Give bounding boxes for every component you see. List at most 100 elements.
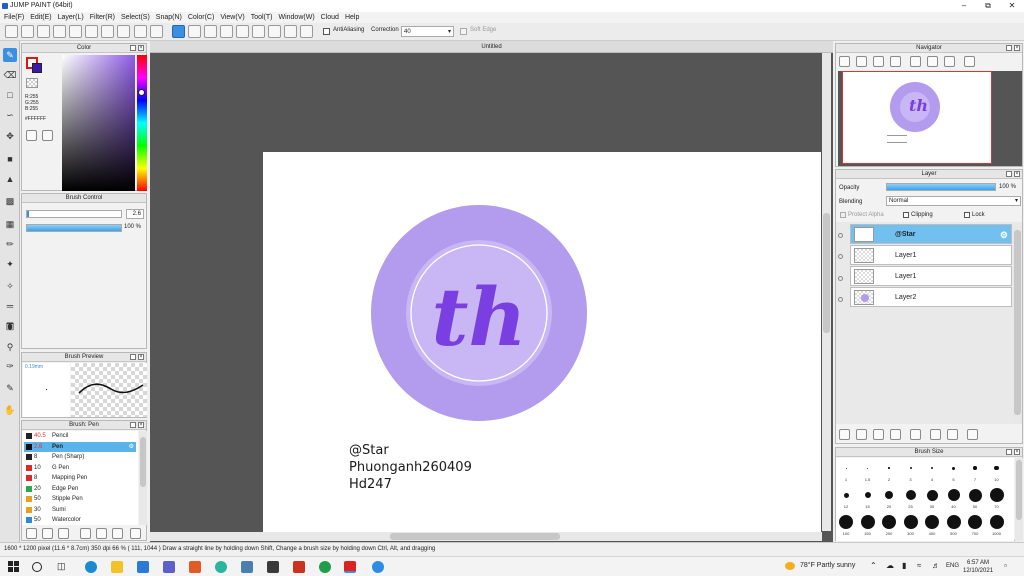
layer-row[interactable]: Layer1 — [850, 245, 1012, 265]
close-button[interactable]: ✕ — [1000, 0, 1024, 12]
brush-size-dot[interactable] — [867, 467, 868, 469]
panel-float-icon[interactable] — [1006, 449, 1012, 455]
magic-wand-tool-icon[interactable]: ✦ — [3, 257, 17, 271]
rect-select-tool-icon[interactable]: □ — [3, 88, 17, 102]
save-icon[interactable] — [53, 25, 66, 38]
layer-menu-icon[interactable] — [890, 429, 901, 440]
grid-icon[interactable] — [117, 25, 130, 38]
brush-size-dot[interactable] — [885, 491, 893, 499]
brush-dup-icon[interactable] — [112, 528, 123, 539]
brush-size-dot[interactable] — [864, 492, 871, 498]
eraser-tool-icon[interactable]: ⌫ — [3, 68, 17, 82]
panel-close-icon[interactable]: × — [138, 422, 144, 428]
edge-icon[interactable] — [85, 561, 97, 573]
panel-close-icon[interactable]: × — [1014, 449, 1020, 455]
brush-copy-icon[interactable] — [80, 528, 91, 539]
layer-scrollbar[interactable] — [1013, 226, 1022, 422]
snap-vanish-icon[interactable] — [220, 25, 233, 38]
language-indicator[interactable]: ENG — [946, 563, 959, 569]
camera-icon[interactable] — [267, 561, 279, 573]
eyedropper-tool-icon[interactable]: ✑ — [3, 359, 17, 373]
gear-icon[interactable]: ⚙ — [1000, 225, 1008, 245]
text-tool-icon-main[interactable]: T — [3, 320, 17, 334]
print-icon[interactable] — [69, 25, 82, 38]
store-icon[interactable] — [137, 561, 149, 573]
jump-paint-taskbar-icon[interactable] — [344, 561, 356, 573]
soft-edge-checkbox[interactable] — [460, 28, 467, 35]
layer-opacity-slider[interactable] — [886, 183, 996, 191]
snap-off-icon[interactable] — [172, 25, 185, 38]
fill-tool-icon[interactable]: ▲ — [3, 172, 17, 186]
actual-size-icon[interactable] — [890, 56, 901, 67]
app-icon-2[interactable] — [241, 561, 253, 573]
battery-icon[interactable]: ▮ — [902, 561, 906, 570]
brush-size-dot[interactable] — [925, 515, 939, 529]
brush-item[interactable]: 10 G Pen — [24, 462, 136, 473]
menu-window[interactable]: Window(W) — [278, 14, 314, 21]
layer-row[interactable]: Layer1 — [850, 266, 1012, 286]
secondary-color-swatch[interactable] — [32, 63, 42, 73]
search-icon[interactable] — [32, 562, 42, 572]
menu-edit[interactable]: Edit(E) — [30, 14, 51, 21]
brush-size-dot[interactable] — [845, 467, 847, 469]
brush-opacity-slider[interactable] — [26, 224, 122, 232]
brush-size-dot[interactable] — [989, 515, 1004, 529]
brush-size-dot[interactable] — [909, 467, 912, 469]
hand-tool-icon[interactable]: ✋ — [3, 403, 17, 417]
pen-tool-icon[interactable]: ✎ — [3, 48, 17, 62]
minimize-button[interactable]: – — [952, 0, 976, 12]
rotate-right-icon[interactable] — [944, 56, 955, 67]
brush-item[interactable]: 50 Watercolor — [24, 515, 136, 525]
shape-tool-icon[interactable]: ■ — [3, 152, 17, 166]
new-brush-icon[interactable] — [42, 528, 53, 539]
brush-size-dot[interactable] — [888, 467, 890, 469]
snap-curve-icon[interactable] — [268, 25, 281, 38]
snap-cross-icon[interactable] — [204, 25, 217, 38]
app-icon-3[interactable] — [293, 561, 305, 573]
move-tool-icon[interactable]: ✥ — [3, 129, 17, 143]
layer-row-selected[interactable]: @Star ⚙ — [850, 224, 1012, 244]
eye-icon[interactable] — [838, 276, 843, 281]
zoom-out-icon[interactable] — [839, 56, 850, 67]
merge-layer-icon[interactable] — [947, 429, 958, 440]
brush-size-dot[interactable] — [994, 465, 999, 471]
hue-slider[interactable] — [137, 55, 147, 191]
panel-float-icon[interactable] — [130, 354, 136, 360]
menu-view[interactable]: View(V) — [220, 14, 244, 21]
hue-slider-handle[interactable] — [138, 89, 145, 96]
snap-radial-icon[interactable] — [236, 25, 249, 38]
brush-list-scrollbar[interactable] — [139, 431, 147, 525]
task-view-icon[interactable]: ◫ — [57, 561, 69, 573]
rotate-reset-icon[interactable] — [927, 56, 938, 67]
navigator-viewport[interactable]: th — [842, 71, 992, 164]
zoom-in-icon[interactable] — [856, 56, 867, 67]
rotate-left-icon[interactable] — [910, 56, 921, 67]
canvas-paper[interactable]: th @Star Phuonganh260409 Hd247 — [263, 152, 821, 534]
gear-icon[interactable]: ⚙ — [129, 442, 134, 452]
weather-text[interactable]: 78°F Partly sunny — [800, 562, 855, 569]
zoom-tool-icon[interactable]: ⚲ — [3, 340, 17, 354]
lasso-tool-icon[interactable]: ∽ — [3, 108, 17, 122]
office-icon[interactable] — [189, 561, 201, 573]
panel-float-icon[interactable] — [130, 45, 136, 51]
tray-chevron-icon[interactable]: ⌃ — [870, 561, 877, 570]
snap-settings-icon[interactable] — [300, 25, 313, 38]
navigator-preview[interactable]: th — [838, 71, 1022, 166]
new-file-icon[interactable] — [5, 25, 18, 38]
new-layer-icon[interactable] — [839, 429, 850, 440]
file-explorer-icon[interactable] — [111, 561, 123, 573]
wifi-icon[interactable]: ≈ — [917, 561, 921, 570]
brush-size-dot[interactable] — [860, 515, 875, 529]
flip-icon[interactable] — [964, 56, 975, 67]
open-file-icon[interactable] — [21, 25, 34, 38]
brush-size-dot[interactable] — [905, 490, 916, 500]
weather-icon[interactable] — [785, 562, 795, 570]
brush-settings-icon[interactable] — [26, 528, 37, 539]
maximize-button[interactable]: ⧉ — [976, 0, 1000, 12]
clipping-checkbox[interactable] — [903, 212, 909, 218]
brush-item[interactable]: 50 Stipple Pen — [24, 494, 136, 504]
chrome-icon[interactable] — [215, 561, 227, 573]
app-icon-5[interactable] — [372, 561, 384, 573]
brush-item-selected[interactable]: 2.6 Pen ⚙ — [24, 441, 136, 452]
eyedrop-color-icon[interactable] — [42, 130, 53, 141]
